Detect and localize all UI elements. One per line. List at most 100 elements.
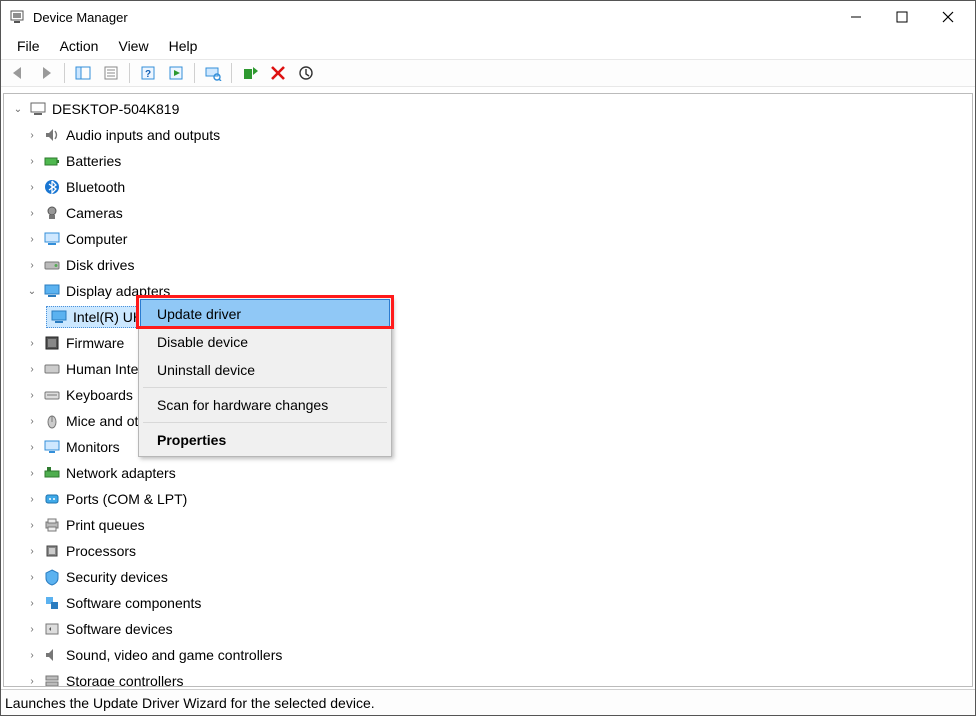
tree-node-ports[interactable]: › Ports (COM & LPT) xyxy=(4,486,972,512)
chevron-down-icon[interactable]: ⌄ xyxy=(10,104,26,115)
tree-node-printq[interactable]: › Print queues xyxy=(4,512,972,538)
chevron-right-icon[interactable]: › xyxy=(24,338,40,349)
menu-action[interactable]: Action xyxy=(50,36,109,56)
context-separator xyxy=(143,387,387,388)
tree-label: Computer xyxy=(66,231,127,247)
tree-label: Sound, video and game controllers xyxy=(66,647,282,663)
uninstall-device-button[interactable] xyxy=(265,61,291,85)
properties-button[interactable] xyxy=(98,61,124,85)
toolbar-sep xyxy=(129,63,130,83)
toolbar-sep xyxy=(231,63,232,83)
tree-node-softdev[interactable]: › Software devices xyxy=(4,616,972,642)
tree-label: Ports (COM & LPT) xyxy=(66,491,187,507)
tree-node-cameras[interactable]: › Cameras xyxy=(4,200,972,226)
tree-node-security[interactable]: › Security devices xyxy=(4,564,972,590)
minimize-button[interactable] xyxy=(833,1,879,33)
display-adapter-icon xyxy=(42,281,62,301)
tree-node-storage[interactable]: › Storage controllers xyxy=(4,668,972,687)
toolbar-sep xyxy=(64,63,65,83)
toolbar: ? xyxy=(1,59,975,87)
chevron-right-icon[interactable]: › xyxy=(24,494,40,505)
chevron-right-icon[interactable]: › xyxy=(24,234,40,245)
port-icon xyxy=(42,489,62,509)
window-title: Device Manager xyxy=(33,10,833,25)
chevron-right-icon[interactable]: › xyxy=(24,364,40,375)
tree-node-bluetooth[interactable]: › Bluetooth xyxy=(4,174,972,200)
titlebar: Device Manager xyxy=(1,1,975,33)
tree-node-network[interactable]: › Network adapters xyxy=(4,460,972,486)
chevron-right-icon[interactable]: › xyxy=(24,156,40,167)
chevron-right-icon[interactable]: › xyxy=(24,182,40,193)
context-disable-device[interactable]: Disable device xyxy=(141,328,389,356)
tree-root[interactable]: ⌄ DESKTOP-504K819 xyxy=(4,96,972,122)
mouse-icon xyxy=(42,411,62,431)
chevron-right-icon[interactable]: › xyxy=(24,130,40,141)
chevron-right-icon[interactable]: › xyxy=(24,260,40,271)
maximize-button[interactable] xyxy=(879,1,925,33)
back-button[interactable] xyxy=(5,61,31,85)
chevron-right-icon[interactable]: › xyxy=(24,676,40,687)
processor-icon xyxy=(42,541,62,561)
toolbar-sep xyxy=(194,63,195,83)
camera-icon xyxy=(42,203,62,223)
chevron-right-icon[interactable]: › xyxy=(24,546,40,557)
app-icon xyxy=(9,9,25,25)
context-separator xyxy=(143,422,387,423)
disable-device-button[interactable] xyxy=(293,61,319,85)
chevron-right-icon[interactable]: › xyxy=(24,572,40,583)
context-scan-hardware[interactable]: Scan for hardware changes xyxy=(141,391,389,419)
show-hide-console-tree-button[interactable] xyxy=(70,61,96,85)
tree-label: Cameras xyxy=(66,205,123,221)
chevron-right-icon[interactable]: › xyxy=(24,468,40,479)
tree-node-sound[interactable]: › Sound, video and game controllers xyxy=(4,642,972,668)
update-driver-button[interactable] xyxy=(237,61,263,85)
disk-icon xyxy=(42,255,62,275)
tree-label: Firmware xyxy=(66,335,124,351)
close-button[interactable] xyxy=(925,1,971,33)
statusbar: Launches the Update Driver Wizard for th… xyxy=(1,689,975,715)
battery-icon xyxy=(42,151,62,171)
software-device-icon xyxy=(42,619,62,639)
context-menu: Update driver Disable device Uninstall d… xyxy=(138,297,392,457)
chevron-right-icon[interactable]: › xyxy=(24,208,40,219)
software-component-icon xyxy=(42,593,62,613)
context-item-label: Update driver xyxy=(157,306,241,322)
display-adapter-icon xyxy=(49,307,69,327)
chevron-right-icon[interactable]: › xyxy=(24,416,40,427)
scan-hardware-button[interactable] xyxy=(200,61,226,85)
chevron-right-icon[interactable]: › xyxy=(24,390,40,401)
menu-help[interactable]: Help xyxy=(159,36,208,56)
tree-node-processors[interactable]: › Processors xyxy=(4,538,972,564)
svg-text:?: ? xyxy=(145,69,151,80)
context-properties[interactable]: Properties xyxy=(141,426,389,454)
context-item-label: Disable device xyxy=(157,334,248,350)
help-button[interactable]: ? xyxy=(135,61,161,85)
monitor-icon xyxy=(42,437,62,457)
tree-node-disk[interactable]: › Disk drives xyxy=(4,252,972,278)
tree-node-audio[interactable]: › Audio inputs and outputs xyxy=(4,122,972,148)
tree-node-computer[interactable]: › Computer xyxy=(4,226,972,252)
action-button[interactable] xyxy=(163,61,189,85)
chevron-right-icon[interactable]: › xyxy=(24,520,40,531)
tree-node-softcomp[interactable]: › Software components xyxy=(4,590,972,616)
printer-icon xyxy=(42,515,62,535)
storage-icon xyxy=(42,671,62,687)
tree-node-batteries[interactable]: › Batteries xyxy=(4,148,972,174)
tree-label: Software devices xyxy=(66,621,173,637)
chevron-right-icon[interactable]: › xyxy=(24,442,40,453)
chevron-right-icon[interactable]: › xyxy=(24,598,40,609)
status-text: Launches the Update Driver Wizard for th… xyxy=(5,695,375,711)
context-item-label: Properties xyxy=(157,432,226,448)
context-update-driver[interactable]: Update driver xyxy=(141,300,389,328)
chevron-right-icon[interactable]: › xyxy=(24,650,40,661)
menu-view[interactable]: View xyxy=(108,36,158,56)
chevron-right-icon[interactable]: › xyxy=(24,624,40,635)
menu-file[interactable]: File xyxy=(7,36,50,56)
context-uninstall-device[interactable]: Uninstall device xyxy=(141,356,389,384)
tree-label: Keyboards xyxy=(66,387,133,403)
tree-label: Bluetooth xyxy=(66,179,125,195)
forward-button[interactable] xyxy=(33,61,59,85)
computer-icon xyxy=(42,229,62,249)
tree-label: Software components xyxy=(66,595,201,611)
chevron-down-icon[interactable]: ⌄ xyxy=(24,286,40,297)
